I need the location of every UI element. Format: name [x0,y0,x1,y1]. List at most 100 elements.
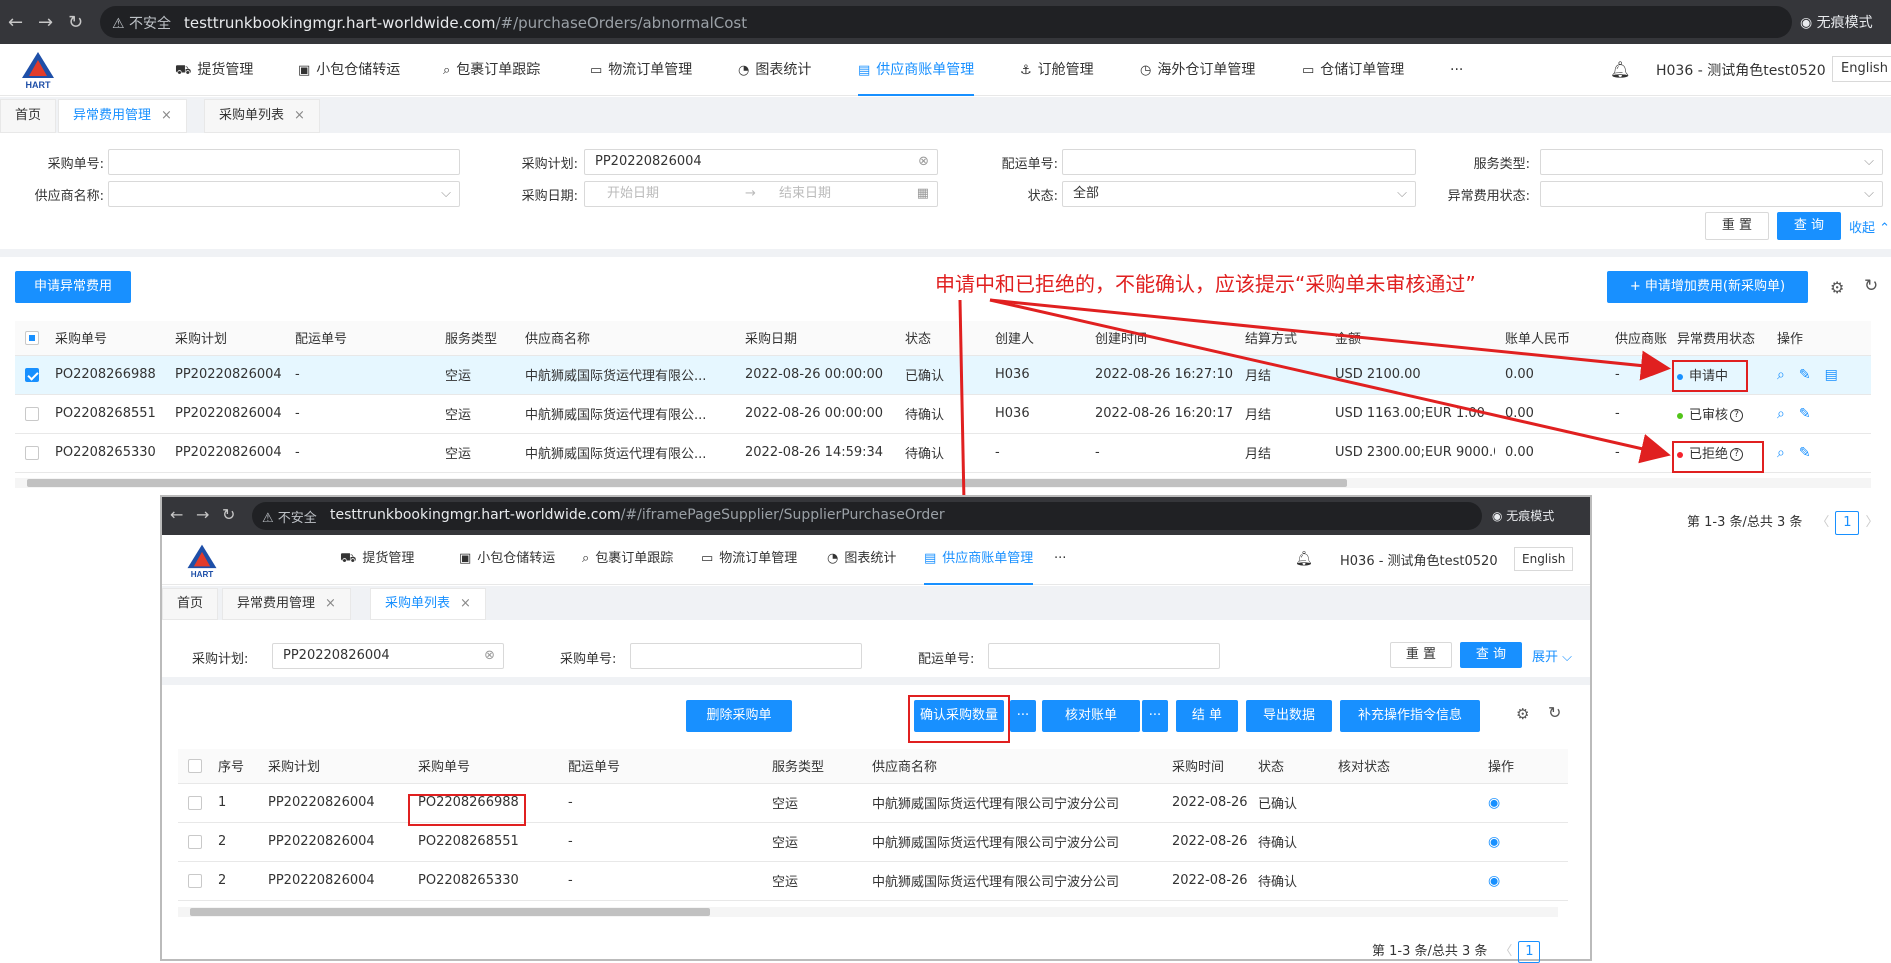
reload-icon[interactable]: ↻ [222,505,235,524]
edit-icon[interactable]: ✎ [1799,406,1811,422]
reset-button[interactable]: 重 置 [1390,642,1452,668]
row-checkbox[interactable] [15,394,45,434]
user-name[interactable]: H036 - 测试角色test0520 [1656,60,1826,80]
menu-item-6[interactable]: ··· [1054,535,1066,585]
more-button[interactable]: ··· [1142,700,1168,732]
menu-item-2[interactable]: ⌕ 包裹订单跟踪 [582,535,673,585]
menu-item-9[interactable]: ··· [1450,44,1463,96]
plan-input[interactable]: PP20220826004 ⊗ [272,643,504,669]
next-icon[interactable]: 〉 [1865,515,1878,530]
edit-icon[interactable]: ✎ [1799,445,1811,461]
address-bar[interactable]: ⚠ 不安全 testtrunkbookingmgr.hart-worldwide… [100,6,1792,38]
bell-icon[interactable]: 🔔︎ [1610,60,1630,79]
table-row[interactable]: PO2208265330 PP20220826004- 空运 中航狮威国际货运代理有限… [15,433,1871,473]
prev-icon[interactable]: 〈 [1816,515,1829,530]
row-checkbox[interactable] [178,861,208,901]
apply-add-fee-button[interactable]: + 申请增加费用(新采购单) [1607,271,1808,303]
view-icon[interactable]: ◉ [1488,795,1500,811]
row-checkbox[interactable] [178,783,208,823]
expand-link[interactable]: 展开 ⌵ [1532,646,1572,665]
date-range-picker[interactable]: 开始日期 → 结束日期 ▦ [584,181,938,207]
clear-icon[interactable]: ⊗ [484,644,495,668]
tab-abnormal-cost[interactable]: 异常费用管理 × [222,588,351,620]
close-icon[interactable]: × [294,108,305,123]
horizontal-scrollbar[interactable] [15,478,1871,488]
tab-home[interactable]: 首页 [0,99,57,133]
po-no-input[interactable] [108,149,460,175]
tab-abnormal-cost[interactable]: 异常费用管理 × [58,99,187,133]
reload-icon[interactable]: ↻ [68,12,83,33]
query-button[interactable]: 查 询 [1777,212,1841,240]
plan-input[interactable]: PP20220826004 ⊗ [584,149,938,175]
abnormal-status-select[interactable]: ⌵ [1540,181,1883,207]
language-button[interactable]: English [1514,547,1574,571]
view-icon[interactable]: ◉ [1488,873,1500,889]
status-select[interactable]: 全部 ⌵ [1062,181,1416,207]
audit-icon[interactable]: ▤ [1825,367,1838,383]
horizontal-scrollbar[interactable] [178,907,1558,917]
menu-item-0[interactable]: ⛟ 提货管理 [340,535,414,585]
gear-icon[interactable]: ⚙ [1830,278,1844,297]
reset-button[interactable]: 重 置 [1705,212,1769,240]
edit-icon[interactable]: ✎ [1799,367,1811,383]
incognito-badge[interactable]: ◉ 无痕模式 [1800,12,1873,32]
page-1-button[interactable]: 1 [1835,511,1860,535]
menu-item-0[interactable]: ⛟ 提货管理 [175,44,253,96]
menu-item-5[interactable]: ▤ 供应商账单管理 [924,535,1034,585]
supplier-select[interactable]: ⌵ [108,181,460,207]
menu-item-4[interactable]: ◔ 图表统计 [827,535,896,585]
language-button[interactable]: English [1832,56,1891,82]
search-icon[interactable]: ⌕ [1777,406,1785,422]
select-all-checkbox[interactable] [15,321,45,356]
refresh-icon[interactable]: ↻ [1548,703,1561,722]
apply-abnormal-button[interactable]: 申请异常费用 [15,271,131,303]
forward-icon[interactable]: → [196,505,209,524]
toolbar-button-5[interactable]: 结 单 [1176,700,1238,732]
select-all-checkbox[interactable] [178,749,208,784]
tab-po-list[interactable]: 采购单列表 × [204,99,320,133]
menu-item-8[interactable]: ▭ 仓储订单管理 [1302,44,1404,96]
menu-item-5[interactable]: ▤ 供应商账单管理 [858,44,975,96]
menu-item-2[interactable]: ⌕ 包裹订单跟踪 [443,44,540,96]
toolbar-button-3[interactable]: 核对账单 [1042,700,1140,732]
table-row[interactable]: 2 PP20220826004 PO2208265330- 空运 中航狮威国际货运代理有… [178,861,1568,901]
menu-item-6[interactable]: ⚓ 订舱管理 [1020,44,1094,96]
page-1-button[interactable]: 1 [1518,941,1541,963]
row-checkbox[interactable] [178,822,208,862]
table-row[interactable]: 1 PP20220826004 PO2208266988- 空运 中航狮威国际货运代理有… [178,783,1568,823]
menu-item-1[interactable]: ▣ 小包仓储转运 [298,44,400,96]
bell-icon[interactable]: 🔔︎ [1295,551,1313,567]
collapse-link[interactable]: 收起 ⌃ [1849,217,1890,236]
clear-icon[interactable]: ⊗ [918,150,929,174]
menu-item-1[interactable]: ▣ 小包仓储转运 [459,535,555,585]
table-row[interactable]: PO2208268551 PP20220826004- 空运 中航狮威国际货运代理有限… [15,394,1871,434]
close-icon[interactable]: × [161,108,172,123]
row-checkbox[interactable] [15,355,45,395]
menu-item-3[interactable]: ▭ 物流订单管理 [701,535,797,585]
help-icon[interactable]: ? [1730,409,1744,422]
date-start[interactable]: 开始日期 [607,182,659,206]
refresh-icon[interactable]: ↻ [1864,276,1878,296]
more-button[interactable]: ··· [1010,700,1036,732]
query-button[interactable]: 查 询 [1460,642,1522,668]
service-select[interactable]: ⌵ [1540,149,1883,175]
ship-input[interactable] [988,643,1220,669]
menu-item-7[interactable]: ◷ 海外仓订单管理 [1140,44,1255,96]
tab-po-list[interactable]: 采购单列表 × [370,588,486,620]
back-icon[interactable]: ← [8,12,23,33]
menu-item-4[interactable]: ◔ 图表统计 [738,44,811,96]
toolbar-button-6[interactable]: 导出数据 [1246,700,1332,732]
menu-item-3[interactable]: ▭ 物流订单管理 [590,44,692,96]
toolbar-button-7[interactable]: 补充操作指令信息 [1340,700,1480,732]
ship-input[interactable] [1062,149,1416,175]
back-icon[interactable]: ← [170,505,183,524]
toolbar-button-0[interactable]: 删除采购单 [686,700,792,732]
gear-icon[interactable]: ⚙ [1516,705,1529,723]
user-name[interactable]: H036 - 测试角色test0520 [1340,550,1498,569]
row-checkbox[interactable] [15,433,45,473]
date-end[interactable]: 结束日期 [779,182,831,206]
po-no-input[interactable] [630,643,862,669]
view-icon[interactable]: ◉ [1488,834,1500,850]
search-icon[interactable]: ⌕ [1777,445,1785,461]
incognito-badge[interactable]: ◉ 无痕模式 [1492,507,1554,524]
